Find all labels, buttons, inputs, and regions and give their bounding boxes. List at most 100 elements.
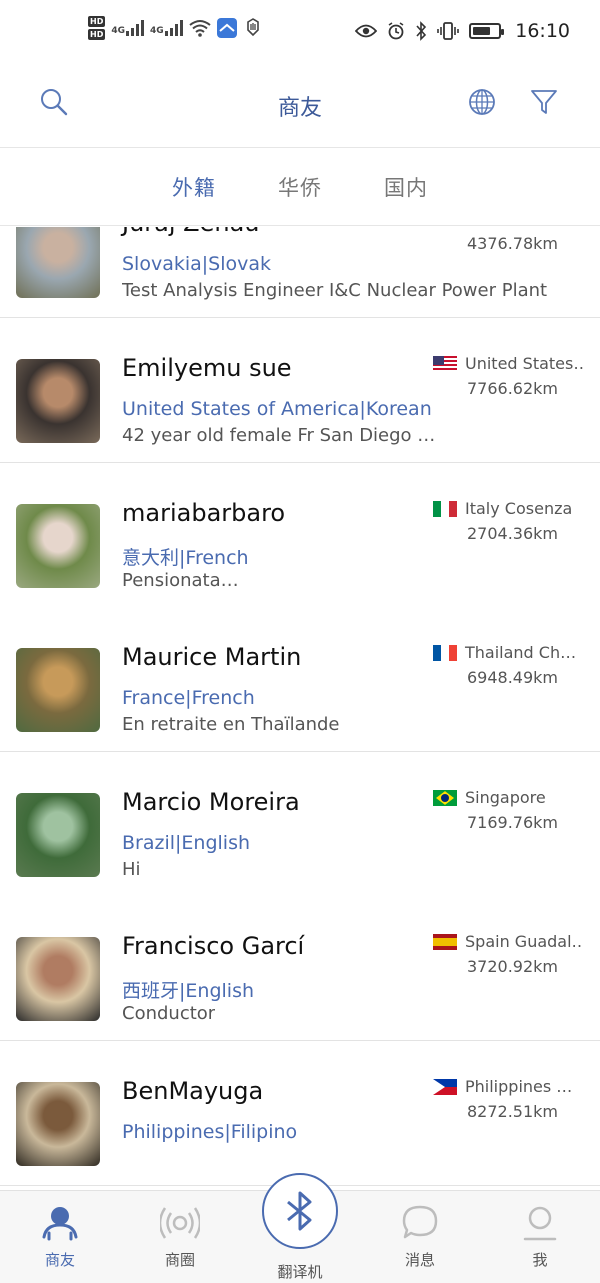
spain-flag-icon [433, 933, 457, 950]
bluetooth-icon [287, 1191, 312, 1231]
avatar[interactable] [16, 648, 100, 732]
translator-button[interactable] [262, 1173, 338, 1249]
list-item[interactable]: mariabarbaro 意大利|French Pensionata… Ital… [0, 463, 600, 608]
distance: 4376.78km [467, 234, 559, 253]
distance: 7766.62km [467, 379, 559, 398]
nav-label: 消息 [404, 1251, 435, 1269]
bottom-navigation: 商友 商圈 翻译机 消息 我 [0, 1173, 600, 1283]
contact-name: Juraj Zenau [122, 227, 260, 237]
cell-signal-icon: 4G [150, 20, 183, 36]
hd-badge: HD [88, 16, 106, 27]
nav-label: 商圈 [164, 1251, 195, 1269]
location: Singapore [433, 788, 546, 807]
status-bar-left: HD HD 4G 4G [88, 16, 263, 40]
page-title: 商友 [277, 96, 322, 121]
broadcast-icon [158, 1203, 202, 1243]
flag-globe [441, 793, 449, 802]
list-item[interactable]: Francisco Garcí 西班牙|English Conductor Sp… [0, 896, 600, 1041]
italy-flag-icon [433, 500, 457, 517]
nav-business-friends[interactable]: 商友 [20, 1203, 100, 1270]
status-time: 16:10 [515, 20, 570, 42]
alarm-icon [388, 22, 404, 40]
battery-icon [469, 23, 505, 39]
distance: 2704.36km [467, 524, 559, 543]
contact-list: Juraj Zenau Slovakia|Slovak Test Analysi… [0, 227, 600, 1190]
filter-icon[interactable] [528, 86, 560, 118]
location: Italy Cosenza [433, 499, 572, 518]
person-icon [520, 1203, 560, 1243]
location-label: Philippines … [465, 1077, 573, 1096]
contact-bio: Conductor [122, 1003, 216, 1024]
list-item[interactable]: Marcio Moreira Brazil|English Hi Singapo… [0, 752, 600, 897]
globe-icon[interactable] [466, 86, 498, 118]
contact-bio: 42 year old female Fr San Diego … [122, 425, 436, 446]
location-label: United States… [465, 354, 583, 373]
location-label: Spain Guadal… [465, 932, 583, 951]
nav-label: 商友 [44, 1251, 75, 1269]
contact-bio: Pensionata… [122, 570, 239, 591]
location: Spain Guadal… [433, 932, 583, 951]
nav-label: 我 [532, 1251, 548, 1269]
status-bar-right: 16:10 [355, 20, 570, 42]
tab-overseas-chinese[interactable]: 华侨 [278, 172, 322, 225]
people-icon [40, 1203, 80, 1243]
location: Thailand Ch… [433, 643, 576, 662]
eye-icon [355, 24, 378, 38]
app-header: 商友 [0, 68, 600, 148]
battery-fill [473, 27, 491, 35]
philippines-flag-icon [433, 1078, 457, 1095]
hd-badge: HD [88, 29, 106, 40]
location-label: Thailand Ch… [465, 643, 577, 662]
contact-name: mariabarbaro [122, 499, 286, 527]
list-item[interactable]: BenMayuga Philippines|Filipino Philippin… [0, 1041, 600, 1186]
contact-origin: Philippines|Filipino [122, 1121, 298, 1143]
nav-business-circle[interactable]: 商圈 [140, 1203, 220, 1270]
network-type-label: 4G [150, 26, 164, 36]
avatar[interactable] [16, 1082, 100, 1166]
list-item[interactable]: Juraj Zenau Slovakia|Slovak Test Analysi… [0, 227, 600, 318]
cell-signal-icon: 4G [111, 20, 144, 36]
contact-bio: En retraite en Thaïlande [122, 714, 340, 735]
avatar[interactable] [16, 937, 100, 1021]
avatar[interactable] [16, 359, 100, 443]
nav-messages[interactable]: 消息 [380, 1203, 460, 1270]
avatar[interactable] [16, 227, 100, 298]
distance: 6948.49km [467, 668, 559, 687]
chat-bubble-icon [400, 1203, 440, 1243]
location-label: Italy Cosenza [465, 499, 573, 518]
avatar[interactable] [16, 504, 100, 588]
contact-origin: United States of America|Korean [122, 398, 432, 420]
category-tabs: 外籍 华侨 国内 [0, 148, 600, 226]
contact-origin: 西班牙|English [122, 980, 255, 1002]
contact-origin: Brazil|English [122, 832, 251, 854]
contact-name: Maurice Martin [122, 643, 302, 671]
wifi-icon [189, 20, 211, 37]
france-flag-icon [433, 644, 457, 661]
nav-label: 翻译机 [277, 1263, 323, 1281]
location: United States… [433, 354, 583, 373]
location: Philippines … [433, 1077, 572, 1096]
tab-domestic[interactable]: 国内 [384, 172, 428, 225]
distance: 3720.92km [467, 957, 559, 976]
status-bar: HD HD 4G 4G 16:10 [0, 0, 600, 68]
list-item[interactable]: Maurice Martin France|French En retraite… [0, 607, 600, 752]
us-flag-icon [433, 355, 457, 372]
distance: 8272.51km [467, 1102, 559, 1121]
list-item[interactable]: Emilyemu sue United States of America|Ko… [0, 318, 600, 463]
brazil-flag-icon [433, 789, 457, 806]
contact-origin: France|French [122, 687, 255, 709]
vibrate-icon [437, 22, 460, 40]
contact-name: BenMayuga [122, 1077, 264, 1105]
avatar[interactable] [16, 793, 100, 877]
tab-foreign[interactable]: 外籍 [172, 172, 216, 225]
contact-name: Emilyemu sue [122, 354, 292, 382]
distance: 7169.76km [467, 813, 559, 832]
flag-canton [433, 355, 444, 365]
nav-me[interactable]: 我 [500, 1203, 580, 1270]
contact-origin: Slovakia|Slovak [122, 253, 272, 275]
contact-bio: Hi [122, 859, 141, 880]
contact-bio: Test Analysis Engineer I&C Nuclear Power… [122, 280, 548, 301]
network-type-label: 4G [111, 26, 125, 36]
contact-name: Francisco Garcí [122, 932, 305, 960]
contact-name: Marcio Moreira [122, 788, 300, 816]
